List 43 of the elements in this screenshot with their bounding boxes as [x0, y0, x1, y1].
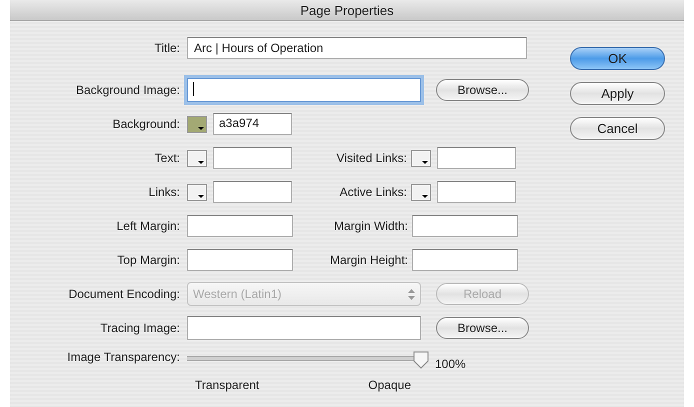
field-label: Links:	[148, 185, 181, 199]
slider-track[interactable]	[187, 351, 429, 369]
field-label: Title:	[153, 41, 181, 55]
text-field[interactable]	[187, 78, 421, 102]
color-picker[interactable]	[411, 150, 431, 166]
browse-button[interactable]: Browse...	[436, 79, 529, 101]
field-label: Top Margin:	[116, 253, 181, 267]
text-field[interactable]	[213, 181, 292, 203]
text-field[interactable]	[412, 215, 518, 237]
dialog-button[interactable]: Cancel	[570, 117, 665, 140]
field-label: Margin Height:	[328, 253, 409, 267]
dialog-button[interactable]: OK	[570, 47, 665, 70]
color-picker[interactable]	[187, 116, 207, 132]
text-field[interactable]	[187, 316, 421, 340]
text-field[interactable]: a3a974	[213, 113, 292, 135]
slider-value: 100%	[435, 357, 466, 371]
slider-thumb[interactable]	[413, 351, 429, 369]
field-label: Left Margin:	[116, 219, 181, 233]
field-label: Active Links:	[338, 185, 408, 199]
up-down-arrows-icon	[408, 288, 415, 300]
text-field[interactable]: Arc | Hours of Operation	[187, 37, 527, 59]
field-label: Image Transparency:	[66, 350, 181, 364]
text-field[interactable]	[187, 249, 293, 271]
field-label: Background Image:	[74, 83, 181, 97]
field-label: Background:	[112, 117, 181, 131]
field-label: Document Encoding:	[68, 287, 181, 301]
text-field[interactable]	[437, 181, 516, 203]
field-label: Margin Width:	[332, 219, 409, 233]
window-title: Page Properties	[300, 2, 394, 18]
color-picker[interactable]	[187, 150, 207, 166]
field-label: Tracing Image:	[99, 321, 181, 335]
text-field[interactable]	[213, 147, 292, 169]
dialog-button[interactable]: Apply	[570, 82, 665, 105]
field-label: Visited Links:	[336, 151, 408, 165]
text-field[interactable]	[412, 249, 518, 271]
text-field[interactable]	[187, 215, 293, 237]
slider-max-label: Opaque	[368, 378, 411, 392]
slider-min-label: Transparent	[195, 378, 260, 392]
browse-button[interactable]: Browse...	[436, 317, 529, 339]
color-picker[interactable]	[187, 184, 207, 200]
color-picker[interactable]	[411, 184, 431, 200]
text-field[interactable]	[437, 147, 516, 169]
field-label: Text:	[154, 151, 181, 165]
